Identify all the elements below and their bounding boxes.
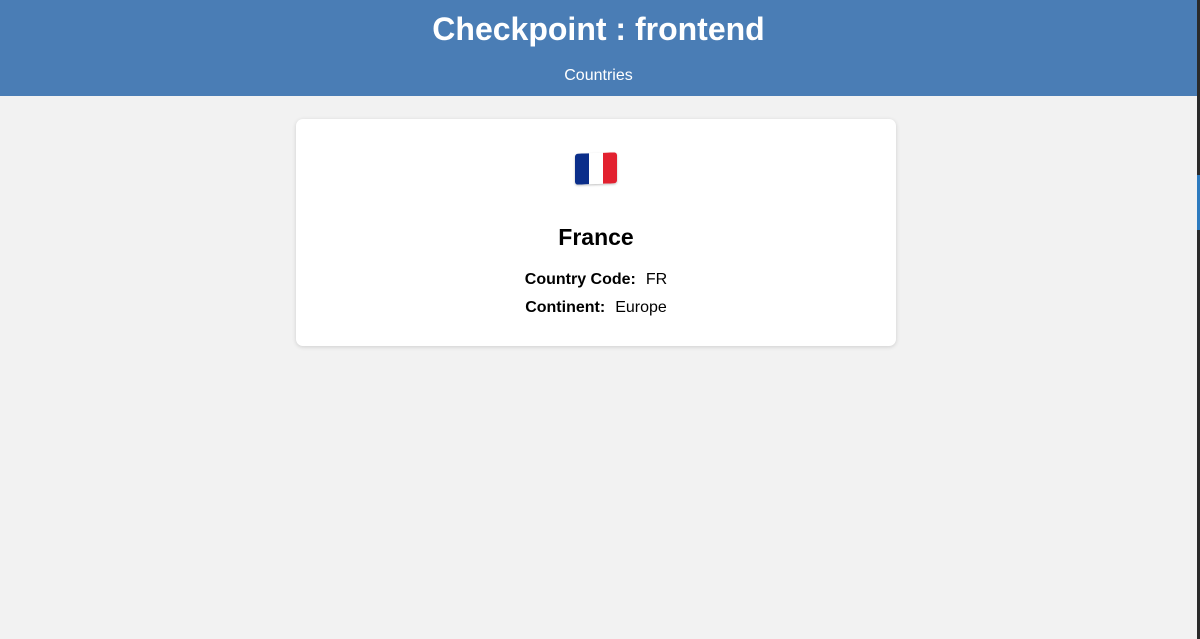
flag-stripe-red	[603, 152, 617, 184]
country-code-value: FR	[645, 271, 668, 288]
continent-label: Continent:	[525, 299, 606, 316]
page: Checkpoint : frontend Countries France C…	[0, 0, 1197, 639]
flag-stripe-blue	[575, 153, 589, 185]
main-nav: Countries	[0, 66, 1197, 86]
continent-row: Continent: Europe	[296, 298, 896, 318]
page-title: Checkpoint : frontend	[432, 11, 765, 47]
flag-stripe-white	[589, 152, 603, 185]
app-header: Checkpoint : frontend Countries	[0, 0, 1197, 96]
nav-link-countries[interactable]: Countries	[564, 67, 632, 84]
country-card: France Country Code: FR Continent: Europe	[296, 119, 896, 346]
country-name: France	[558, 224, 634, 250]
country-code-label: Country Code:	[524, 271, 636, 288]
france-flag-icon	[575, 152, 617, 185]
continent-value: Europe	[615, 299, 667, 316]
country-code-row: Country Code: FR	[296, 270, 896, 290]
